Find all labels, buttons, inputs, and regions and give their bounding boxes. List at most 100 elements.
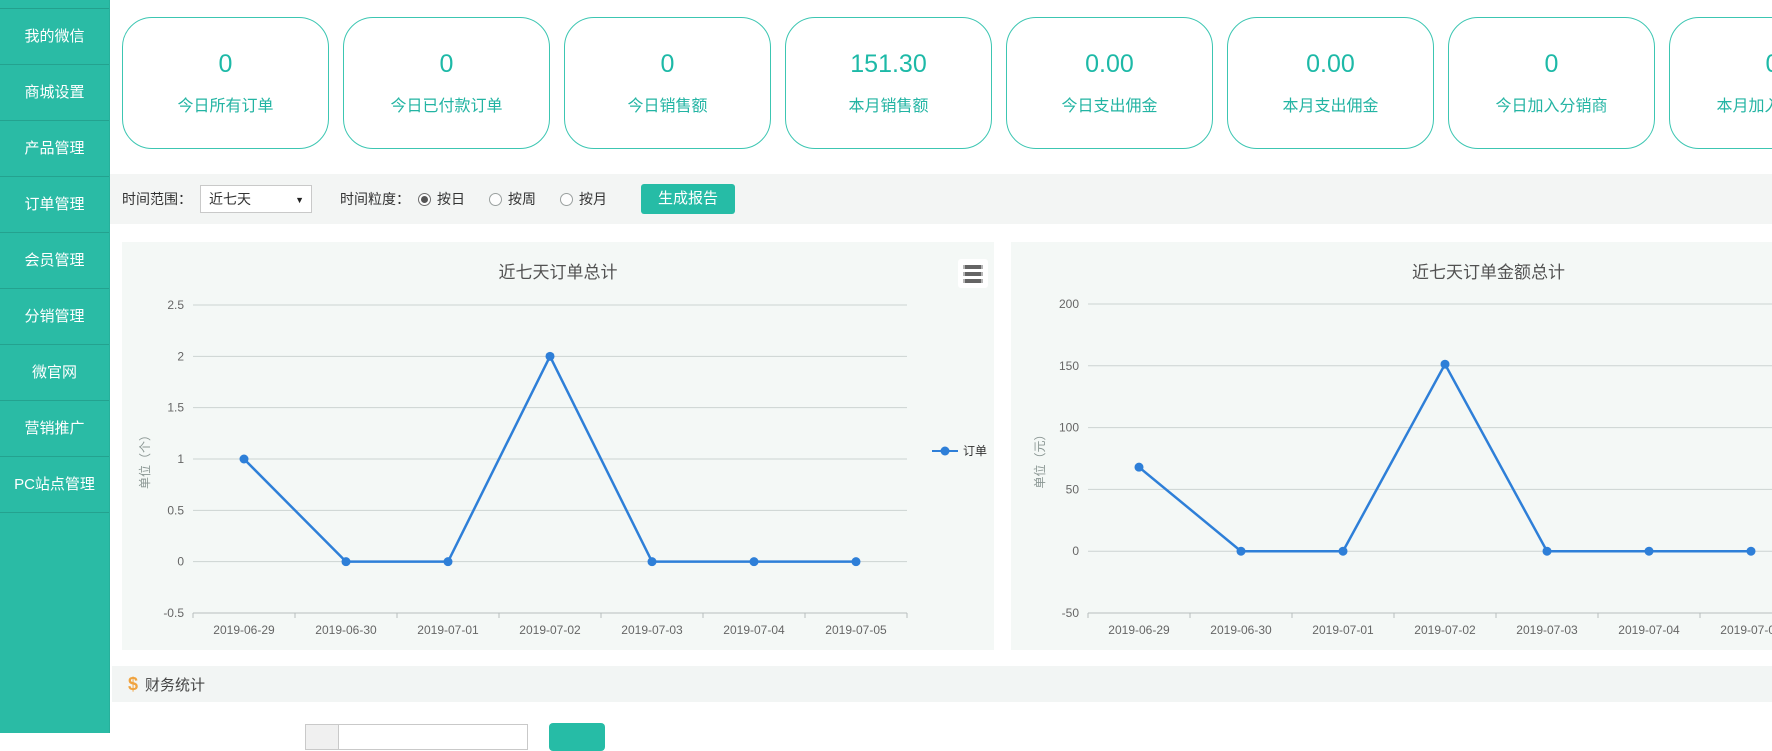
sidebar-item-members[interactable]: 会员管理 bbox=[0, 233, 109, 289]
finance-date-input[interactable] bbox=[338, 724, 528, 750]
x-tick-label: 2019-07-02 bbox=[519, 623, 581, 637]
x-tick-label: 2019-07-02 bbox=[1414, 623, 1476, 637]
sidebar-item-products[interactable]: 产品管理 bbox=[0, 121, 109, 177]
y-tick-label: -0.5 bbox=[163, 606, 184, 620]
stat-value: 0 bbox=[219, 50, 233, 79]
stat-card-today-new-distributors: 0 今日加入分销商 bbox=[1448, 17, 1655, 149]
x-tick-label: 2019-07-04 bbox=[1618, 623, 1680, 637]
stat-value: 151.30 bbox=[850, 50, 926, 79]
stat-card-today-orders: 0 今日所有订单 bbox=[122, 17, 329, 149]
y-axis-name: 单位（个） bbox=[137, 429, 152, 489]
radio-icon bbox=[418, 193, 431, 206]
radio-by-day[interactable]: 按日 bbox=[418, 189, 465, 209]
sidebar-item-orders[interactable]: 订单管理 bbox=[0, 177, 109, 233]
stat-label: 本月支出佣金 bbox=[1282, 92, 1378, 116]
x-tick-label: 2019-06-29 bbox=[213, 623, 275, 637]
stat-value: 0.00 bbox=[1085, 50, 1134, 79]
data-point bbox=[342, 557, 351, 566]
x-tick-label: 2019-07-05 bbox=[825, 623, 887, 637]
stat-value: 0.00 bbox=[1306, 50, 1355, 79]
y-tick-label: 200 bbox=[1059, 297, 1079, 311]
sidebar-item-mall-settings[interactable]: 商城设置 bbox=[0, 65, 109, 121]
order-amount-chart-canvas: -50 0 50 100 150 200 2019-06-29 2019-06-30 2019-… bbox=[1011, 242, 1772, 650]
chevron-down-icon: ▼ bbox=[295, 187, 304, 213]
x-tick-label: 2019-06-30 bbox=[315, 623, 377, 637]
sidebar: 我的微信 商城设置 产品管理 订单管理 会员管理 分销管理 微官网 营销推广 P… bbox=[0, 0, 110, 733]
stat-card-today-paid-orders: 0 今日已付款订单 bbox=[343, 17, 550, 149]
stat-card-today-sales: 0 今日销售额 bbox=[564, 17, 771, 149]
stat-card-today-commission: 0.00 今日支出佣金 bbox=[1006, 17, 1213, 149]
stat-card-month-sales: 151.30 本月销售额 bbox=[785, 17, 992, 149]
radio-icon bbox=[560, 193, 573, 206]
x-tick-label: 2019-07-01 bbox=[1312, 623, 1374, 637]
y-tick-label: 1 bbox=[177, 452, 184, 466]
stat-value: 0 bbox=[1545, 50, 1559, 79]
y-tick-label: 100 bbox=[1059, 421, 1079, 435]
stat-label: 今日支出佣金 bbox=[1061, 92, 1157, 116]
time-range-selected-value: 近七天 bbox=[209, 191, 251, 207]
data-point bbox=[1645, 547, 1654, 556]
data-point bbox=[1237, 547, 1246, 556]
radio-icon bbox=[489, 193, 502, 206]
radio-label: 按周 bbox=[508, 189, 536, 209]
time-range-label: 时间范围： bbox=[122, 189, 192, 209]
finance-section-header: $ 财务统计 bbox=[112, 666, 1772, 702]
order-amount-chart-panel: 近七天订单金额总计 -500501001502002019-06-292019-… bbox=[1011, 242, 1772, 650]
sidebar-item-marketing[interactable]: 营销推广 bbox=[0, 401, 109, 457]
sidebar-item-pc-site[interactable]: PC站点管理 bbox=[0, 457, 109, 513]
generate-report-button[interactable]: 生成报告 bbox=[641, 184, 735, 214]
radio-by-month[interactable]: 按月 bbox=[560, 189, 607, 209]
x-tick-label: 2019-07-04 bbox=[723, 623, 785, 637]
x-tick-label: 2019-06-30 bbox=[1210, 623, 1272, 637]
x-tick-label: 2019-07-03 bbox=[621, 623, 683, 637]
stat-label: 本月销售额 bbox=[848, 92, 928, 116]
granularity-label: 时间粒度： bbox=[340, 189, 410, 209]
stat-label: 今日所有订单 bbox=[177, 92, 273, 116]
data-point bbox=[546, 352, 555, 361]
y-axis-name: 单位（元） bbox=[1032, 428, 1047, 488]
dollar-icon: $ bbox=[128, 674, 138, 695]
radio-by-week[interactable]: 按周 bbox=[489, 189, 536, 209]
sidebar-item-my-wechat[interactable]: 我的微信 bbox=[0, 9, 109, 65]
y-tick-label: 0 bbox=[177, 555, 184, 569]
sidebar-item-distribution[interactable]: 分销管理 bbox=[0, 289, 109, 345]
data-point bbox=[750, 557, 759, 566]
stat-value: 0 bbox=[440, 50, 454, 79]
y-tick-label: 0 bbox=[1072, 544, 1079, 558]
data-point bbox=[1747, 547, 1756, 556]
stat-cards-row: 0 今日所有订单 0 今日已付款订单 0 今日销售额 151.30 本月销售额 … bbox=[122, 17, 1772, 149]
granularity-radio-group: 按日 按周 按月 bbox=[418, 189, 631, 209]
series-line bbox=[1139, 364, 1751, 551]
legend-label: 订单 bbox=[963, 442, 987, 459]
stat-value: 0 bbox=[661, 50, 675, 79]
time-range-select[interactable]: 近七天 ▼ bbox=[200, 185, 312, 213]
y-tick-label: 50 bbox=[1066, 482, 1080, 496]
sidebar-item-micro-site[interactable]: 微官网 bbox=[0, 345, 109, 401]
stat-card-month-new-distributors: 0 本月加入分销商 bbox=[1669, 17, 1772, 149]
finance-search-button[interactable] bbox=[549, 723, 605, 751]
stat-label: 今日加入分销商 bbox=[1495, 92, 1607, 116]
legend-item-orders[interactable]: 订单 bbox=[932, 442, 987, 459]
stat-label: 本月加入分销商 bbox=[1716, 92, 1772, 116]
orders-chart-canvas: -0.500.511.522.52019-06-292019-06-302019… bbox=[122, 242, 994, 650]
y-tick-label: 150 bbox=[1059, 359, 1079, 373]
y-tick-label: 1.5 bbox=[167, 401, 184, 415]
data-point bbox=[852, 557, 861, 566]
finance-date-addon[interactable] bbox=[305, 724, 339, 750]
data-point bbox=[240, 455, 249, 464]
x-tick-label: 2019-07-05 bbox=[1720, 623, 1772, 637]
y-tick-label: 0.5 bbox=[167, 503, 184, 517]
x-tick-label: 2019-06-29 bbox=[1108, 623, 1170, 637]
report-filter-bar: 时间范围： 近七天 ▼ 时间粒度： 按日 按周 按月 生成报告 bbox=[110, 174, 1772, 224]
radio-label: 按月 bbox=[579, 189, 607, 209]
data-point bbox=[1441, 360, 1450, 369]
data-point bbox=[444, 557, 453, 566]
data-point bbox=[1339, 547, 1348, 556]
radio-label: 按日 bbox=[437, 189, 465, 209]
y-tick-label: -50 bbox=[1062, 606, 1080, 620]
y-tick-label: 2 bbox=[177, 349, 184, 363]
stat-label: 今日销售额 bbox=[627, 92, 707, 116]
data-point bbox=[648, 557, 657, 566]
stat-label: 今日已付款订单 bbox=[390, 92, 502, 116]
x-tick-label: 2019-07-03 bbox=[1516, 623, 1578, 637]
